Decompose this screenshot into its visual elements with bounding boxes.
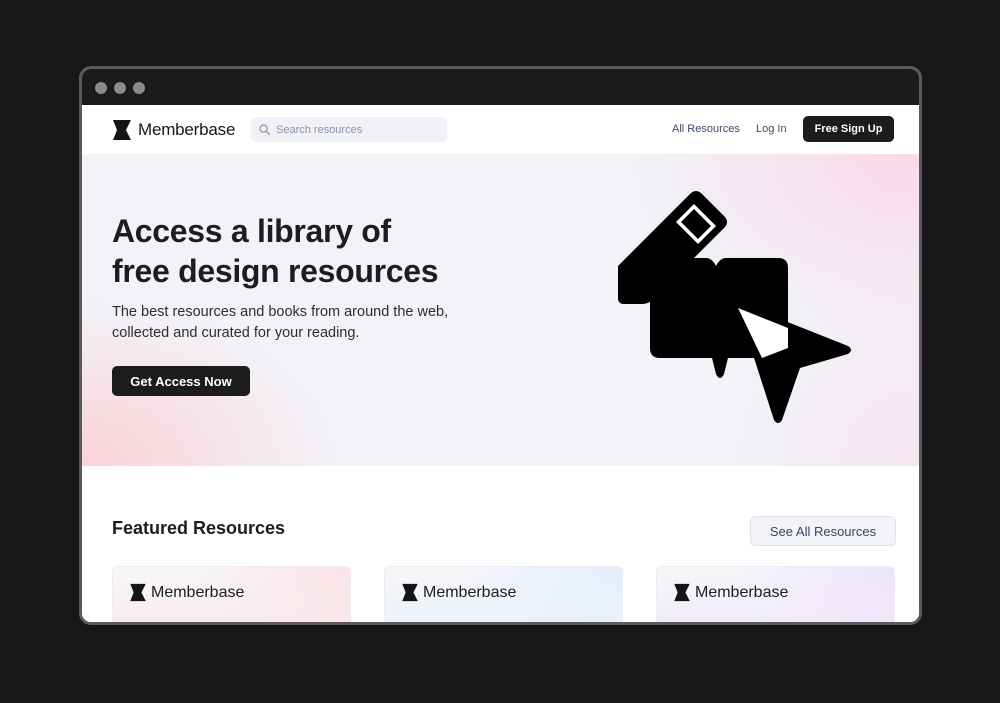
search-box[interactable] bbox=[251, 117, 447, 142]
brand-name: Memberbase bbox=[138, 120, 236, 139]
nav-link-login[interactable]: Log In bbox=[756, 123, 787, 135]
web-page: Memberbase All Resources Log In Free Sig… bbox=[82, 105, 919, 622]
window-titlebar bbox=[82, 69, 919, 105]
see-all-resources-button[interactable]: See All Resources bbox=[750, 516, 896, 546]
brand-logo-link[interactable]: Memberbase bbox=[112, 118, 235, 142]
search-icon bbox=[259, 124, 270, 135]
hero-subtitle: The best resources and books from around… bbox=[112, 304, 449, 341]
memberbase-logo-icon bbox=[130, 583, 146, 602]
featured-title: Featured Resources bbox=[112, 518, 286, 538]
card-brand: Memberbase bbox=[401, 583, 516, 602]
free-signup-button[interactable]: Free Sign Up bbox=[803, 116, 894, 142]
hero-illustration bbox=[618, 191, 851, 423]
resource-card[interactable]: Memberbase bbox=[656, 566, 895, 622]
card-brand: Memberbase bbox=[129, 583, 244, 602]
window-maximize-dot[interactable] bbox=[133, 82, 145, 94]
card-brand: Memberbase bbox=[673, 583, 788, 602]
memberbase-logo-icon bbox=[113, 120, 131, 140]
memberbase-logo-icon bbox=[402, 583, 418, 602]
resource-card[interactable]: Memberbase bbox=[112, 566, 351, 622]
memberbase-logo-icon bbox=[674, 583, 690, 602]
hero-section: Access a library of free design resource… bbox=[82, 154, 919, 466]
resource-card[interactable]: Memberbase bbox=[384, 566, 623, 622]
card-brand-name: Memberbase bbox=[151, 583, 245, 601]
get-access-button[interactable]: Get Access Now bbox=[112, 366, 250, 396]
card-brand-name: Memberbase bbox=[423, 583, 517, 601]
card-brand-name: Memberbase bbox=[695, 583, 789, 601]
window-close-dot[interactable] bbox=[95, 82, 107, 94]
top-navigation: Memberbase All Resources Log In Free Sig… bbox=[82, 105, 919, 154]
nav-link-all-resources[interactable]: All Resources bbox=[672, 123, 740, 135]
search-input[interactable] bbox=[276, 123, 436, 136]
hero-title: Access a library of free design resource… bbox=[112, 213, 439, 289]
window-minimize-dot[interactable] bbox=[114, 82, 126, 94]
browser-window: Memberbase All Resources Log In Free Sig… bbox=[79, 66, 922, 625]
